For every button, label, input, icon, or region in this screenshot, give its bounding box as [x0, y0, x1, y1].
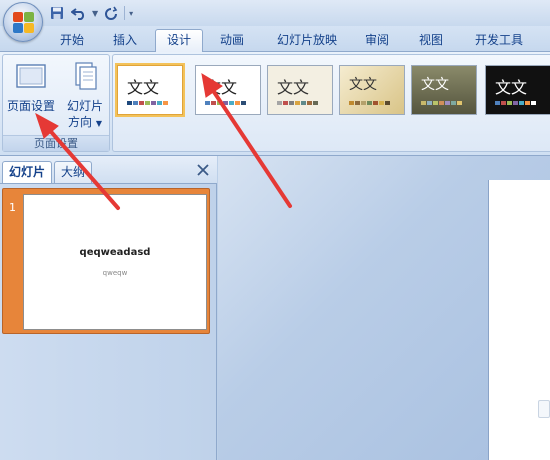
slide-orientation-label-2: 方向 ▼ — [59, 115, 111, 131]
quick-access-toolbar: ▼ ▾ — [48, 4, 133, 22]
page-setup-button[interactable]: 页面设置 — [5, 59, 57, 131]
qat-separator — [124, 6, 126, 20]
tab-developer[interactable]: 开发工具 — [464, 30, 534, 52]
theme-preview-text: 文文 — [127, 78, 160, 97]
customize-qat-icon[interactable]: ▾ — [129, 9, 133, 18]
theme-preview-text: 文文 — [421, 77, 449, 93]
slide-thumbnail-pane: 1 qeqweadasd qweqw — [0, 184, 217, 460]
title-bar: ▼ ▾ — [0, 0, 550, 26]
slide-pane-tabs: 幻灯片 大纲 — [0, 156, 217, 184]
tab-home[interactable]: 开始 — [50, 30, 94, 52]
theme-preview-text: 文文 — [495, 78, 528, 97]
slide-thumbnail-selected[interactable]: 1 qeqweadasd qweqw — [2, 188, 210, 334]
office-button-icon — [13, 12, 35, 34]
theme-6[interactable]: 文文 — [485, 65, 550, 115]
close-icon[interactable] — [195, 162, 211, 178]
slide-orientation-label-2-text: 方向 — [68, 115, 93, 129]
slide-orientation-button[interactable]: 幻灯片 方向 ▼ — [59, 59, 111, 131]
theme-color-swatches — [421, 101, 462, 105]
page-setup-label: 页面设置 — [6, 99, 55, 113]
theme-3[interactable]: 文文 — [267, 65, 333, 115]
chevron-down-icon: ▼ — [95, 119, 102, 128]
theme-color-swatches — [127, 101, 168, 105]
slide-canvas[interactable] — [488, 180, 550, 460]
theme-5[interactable]: 文文 — [411, 65, 477, 115]
redo-icon[interactable] — [102, 4, 120, 22]
tab-slide-show[interactable]: 幻灯片放映 — [266, 30, 348, 52]
theme-preview-text: 文文 — [277, 78, 310, 97]
undo-dropdown-icon[interactable]: ▼ — [92, 9, 98, 18]
tab-animations[interactable]: 动画 — [210, 30, 254, 52]
tab-insert[interactable]: 插入 — [103, 30, 147, 52]
themes-gallery: 文文 文文 文文 文文 文文 文文 — [112, 54, 550, 152]
scroll-marker — [538, 400, 550, 418]
theme-office[interactable]: 文文 — [117, 65, 183, 115]
theme-color-swatches — [277, 101, 318, 105]
tab-review[interactable]: 审阅 — [355, 30, 399, 52]
slide-thumbnail-title: qeqweadasd — [79, 247, 151, 258]
theme-preview-text: 文文 — [205, 78, 238, 97]
slide-editing-area — [218, 156, 550, 460]
tab-design[interactable]: 设计 — [155, 29, 203, 53]
save-icon[interactable] — [48, 4, 66, 22]
theme-2[interactable]: 文文 — [195, 65, 261, 115]
page-setup-group-label: 页面设置 — [3, 135, 109, 151]
slide-number: 1 — [9, 201, 16, 214]
ribbon: 页面设置 幻灯片 方向 ▼ 页面设置 文文 文文 文文 文文 文文 文文 — [0, 52, 550, 156]
theme-4[interactable]: 文文 — [339, 65, 405, 115]
tab-outline[interactable]: 大纲 — [54, 161, 93, 183]
office-button[interactable] — [3, 2, 43, 42]
theme-preview-text: 文文 — [349, 77, 377, 93]
ribbon-tab-bar: 开始 插入 设计 动画 幻灯片放映 审阅 视图 开发工具 — [0, 26, 550, 53]
theme-color-swatches — [349, 101, 390, 105]
slide-orientation-label-1: 幻灯片 — [66, 99, 103, 113]
slide-thumbnail-subtitle: qweqw — [102, 269, 128, 277]
tab-view[interactable]: 视图 — [409, 30, 453, 52]
tab-slides[interactable]: 幻灯片 — [2, 161, 53, 183]
slide-thumbnail[interactable]: qeqweadasd qweqw — [23, 194, 207, 330]
theme-color-swatches — [205, 101, 246, 105]
page-setup-group: 页面设置 幻灯片 方向 ▼ 页面设置 — [2, 54, 110, 152]
slide-orientation-icon — [75, 62, 97, 90]
page-setup-icon — [16, 64, 46, 88]
theme-color-swatches — [495, 101, 536, 105]
undo-icon[interactable] — [70, 4, 88, 22]
